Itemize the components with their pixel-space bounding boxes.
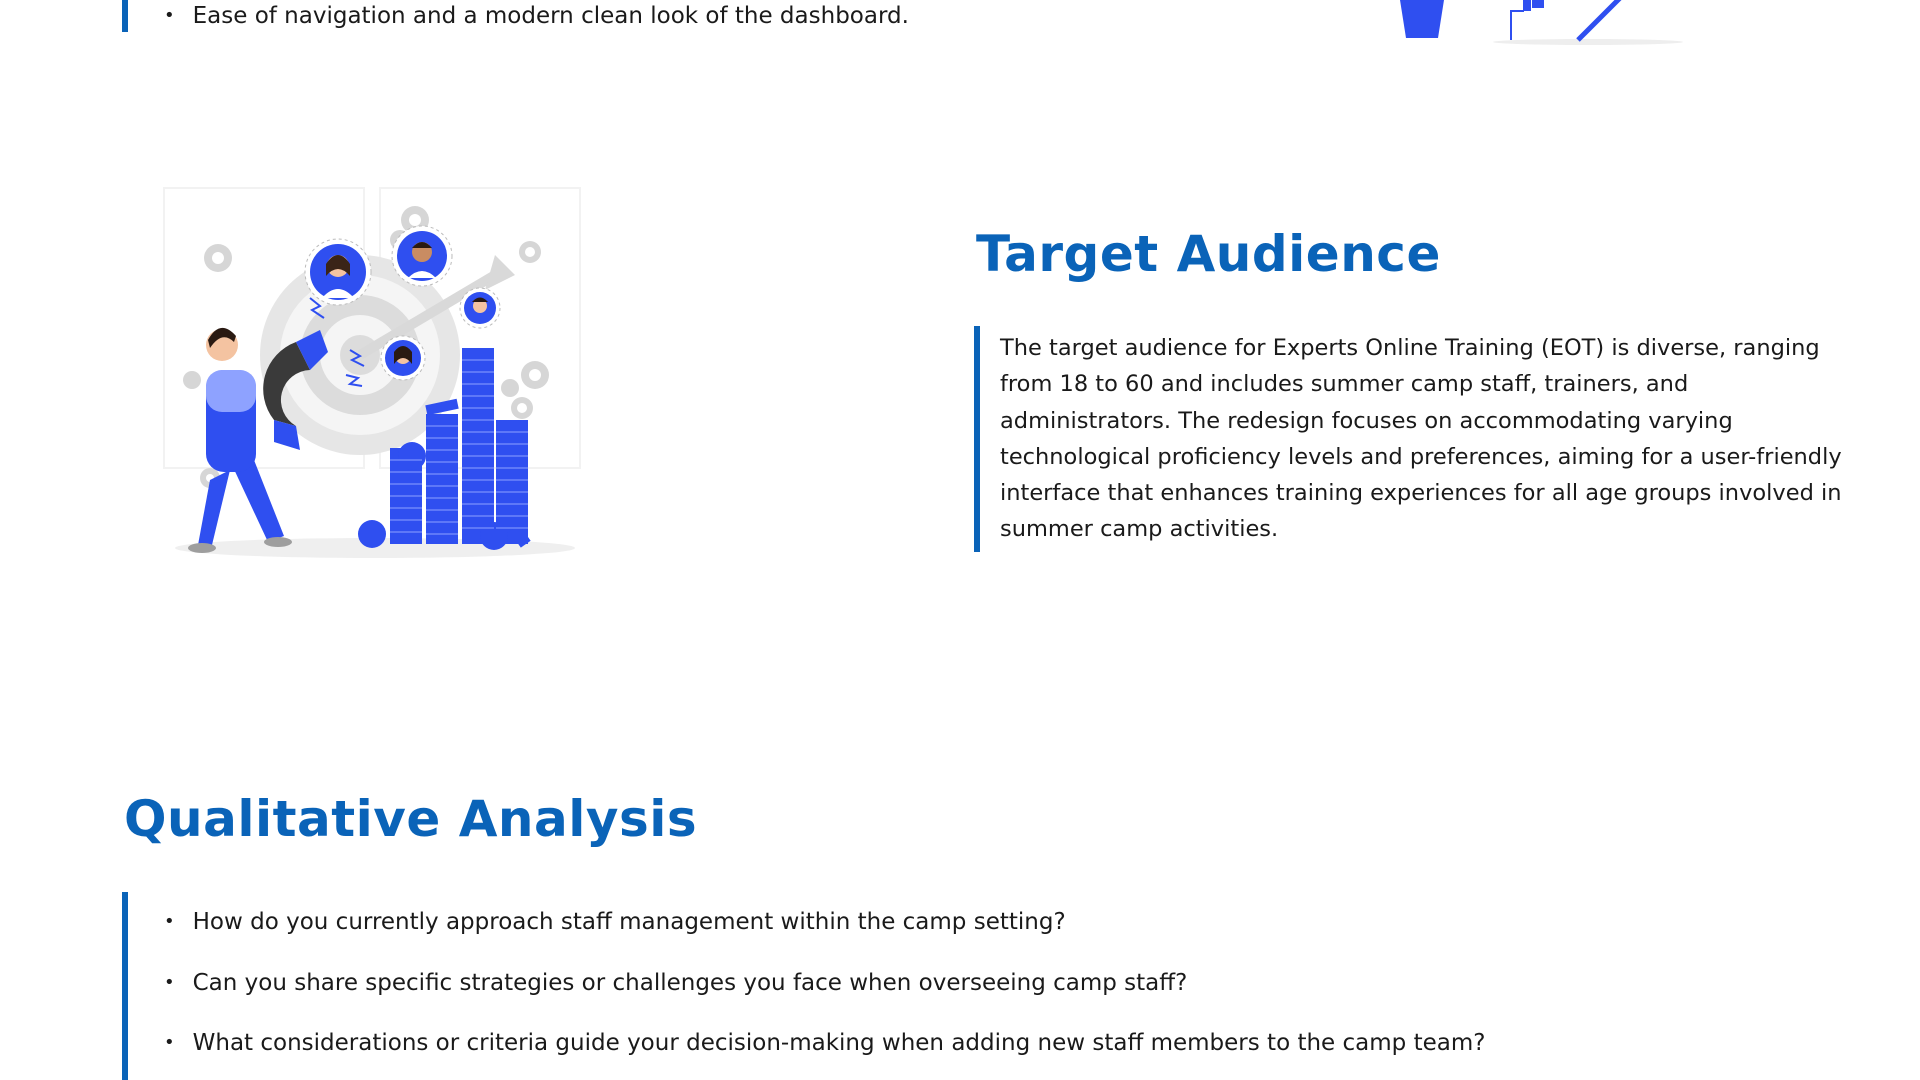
bullet-icon: • (164, 5, 175, 26)
list-item: • Ease of navigation and a modern clean … (164, 0, 909, 32)
avatar-icon (391, 225, 453, 287)
bullet-icon: • (164, 911, 175, 932)
bullet-icon: • (164, 1032, 175, 1053)
list-item: • What considerations or criteria guide … (164, 1025, 1485, 1061)
question-list: • How do you currently approach staff ma… (164, 904, 1485, 1080)
avatar-icon (304, 238, 372, 306)
bullet-text: Ease of navigation and a modern clean lo… (192, 3, 909, 29)
dashboard-illustration (1400, 0, 1683, 45)
list-item: • How do you currently approach staff ma… (164, 904, 1485, 940)
qualitative-analysis-block: • How do you currently approach staff ma… (122, 892, 1828, 1080)
target-audience-block: The target audience for Experts Online T… (974, 326, 1860, 552)
section-title-target-audience: Target Audience (976, 225, 1441, 283)
target-audience-text: The target audience for Experts Online T… (1000, 335, 1842, 543)
avatar-icon (459, 287, 501, 329)
bullet-icon: • (164, 971, 175, 993)
page: • Ease of navigation and a modern clean … (0, 0, 1920, 1080)
question-text: Can you share specific strategies or cha… (192, 969, 1188, 996)
magnet-illustration (163, 187, 581, 558)
question-text: What considerations or criteria guide yo… (192, 1030, 1486, 1056)
avatar-icon (380, 335, 426, 381)
list-item: • Can you share specific strategies or c… (164, 965, 1485, 1001)
question-text: How do you currently approach staff mana… (192, 909, 1066, 935)
section-title-qualitative-analysis: Qualitative Analysis (124, 790, 698, 848)
top-section: • Ease of navigation and a modern clean … (122, 0, 1228, 32)
